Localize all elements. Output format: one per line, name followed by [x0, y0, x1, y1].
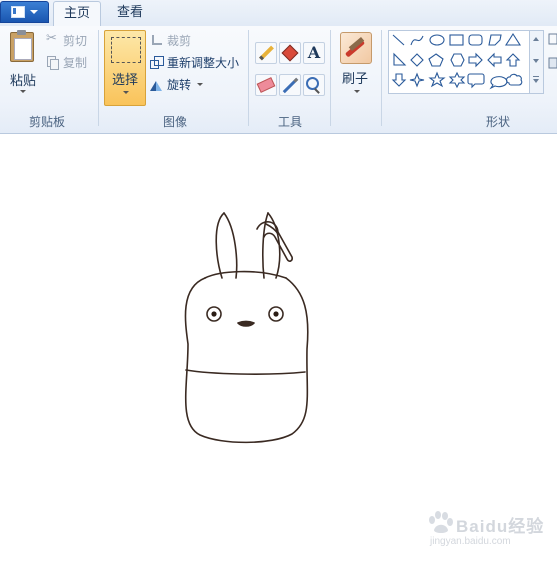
up-arrow-shape [505, 53, 521, 67]
right-arrow-shape [468, 52, 483, 68]
clipboard-group-label: 剪贴板 [28, 115, 65, 129]
crop-label: 裁剪 [167, 33, 192, 48]
baidu-watermark: Baidu经验 jingyan.baidu.com [426, 511, 557, 550]
copy-label: 复制 [63, 55, 88, 70]
fill-icon [281, 44, 299, 62]
fill-tool[interactable] [279, 42, 301, 64]
text-icon: A [307, 43, 321, 62]
paste-button[interactable]: 粘贴 [4, 30, 40, 102]
rectangle-shape [449, 34, 464, 46]
outline-fill-icons [548, 33, 557, 69]
document-icon [11, 6, 25, 18]
rounded-callout-shape [467, 73, 485, 89]
triangle-shape [504, 32, 522, 46]
paste-label: 粘贴 [10, 74, 37, 89]
resize-icon [150, 55, 164, 69]
bunny-right-eye [268, 306, 284, 322]
crop-icon [150, 34, 163, 47]
magnifier-tool[interactable] [303, 74, 325, 96]
chevron-down-icon [20, 90, 26, 93]
group-divider [381, 30, 382, 126]
copy-icon [46, 55, 59, 70]
cut-button[interactable]: 剪切 [46, 31, 87, 49]
chevron-down-icon [30, 10, 38, 14]
scroll-up-icon[interactable] [533, 37, 539, 41]
chevron-down-icon [197, 82, 204, 86]
color-picker-tool[interactable] [279, 74, 301, 96]
eraser-icon [256, 77, 276, 93]
rotate-label: 旋转 [167, 77, 192, 92]
polygon-shape [488, 34, 502, 46]
four-point-star-shape [409, 72, 425, 88]
shapes-gallery[interactable] [388, 30, 530, 94]
color-picker-icon [282, 77, 298, 93]
app-menu-button[interactable] [0, 1, 49, 23]
tools-group-label: 工具 [277, 115, 302, 129]
shape-outline-button[interactable] [548, 32, 557, 92]
magnifier-icon [305, 76, 319, 90]
selection-rectangle-icon [111, 37, 141, 63]
hexagon-shape [450, 53, 465, 67]
image-group-label: 图像 [162, 115, 187, 129]
brush-icon [340, 32, 372, 64]
pencil-icon [258, 45, 274, 61]
shapes-grid [391, 32, 523, 90]
eraser-tool[interactable] [255, 74, 277, 96]
shapes-group-label: 形状 [485, 115, 510, 129]
paw-logo-icon [429, 511, 453, 533]
chevron-down-icon [123, 91, 129, 94]
pencil-tool[interactable] [255, 42, 277, 64]
shapes-scrollbar[interactable] [530, 30, 544, 94]
ribbon-tab-strip: 主页 查看 [0, 0, 557, 27]
chevron-down-icon [354, 90, 360, 93]
bunny-drawing [184, 212, 309, 444]
bunny-nose [237, 320, 255, 327]
diamond-shape [410, 53, 424, 67]
five-point-star-shape [428, 71, 446, 88]
bunny-body-outline [184, 270, 309, 444]
group-divider [98, 30, 99, 126]
rotate-button[interactable]: 旋转 [150, 75, 204, 93]
pentagon-shape [428, 53, 444, 67]
tab-home[interactable]: 主页 [53, 1, 101, 27]
brush-label: 刷子 [342, 72, 369, 87]
oval-shape [429, 34, 445, 46]
down-arrow-shape [391, 73, 407, 87]
tab-view[interactable]: 查看 [108, 1, 152, 26]
oval-callout-shape [489, 76, 508, 90]
clipboard-icon [10, 30, 34, 62]
ribbon: 粘贴 剪切 复制 剪贴板 选择 裁剪 重新调整大小 旋转 图像 A 工具 [0, 26, 557, 134]
group-divider [248, 30, 249, 126]
left-arrow-shape [487, 52, 502, 68]
select-button[interactable]: 选择 [104, 30, 146, 106]
scissors-icon [46, 31, 59, 47]
bunny-left-ear [215, 212, 238, 279]
drawing-canvas[interactable]: Baidu经验 jingyan.baidu.com [0, 134, 557, 561]
crop-button[interactable]: 裁剪 [150, 31, 191, 49]
bunny-left-eye [206, 306, 222, 322]
curve-shape [410, 35, 424, 46]
scroll-down-icon[interactable] [533, 59, 539, 63]
group-divider [330, 30, 331, 126]
watermark-text: Baidu经验 [456, 517, 545, 536]
watermark-url: jingyan.baidu.com [430, 536, 511, 547]
line-shape [392, 34, 405, 46]
rounded-rectangle-shape [468, 34, 483, 46]
text-tool[interactable]: A [303, 42, 325, 64]
resize-label: 重新调整大小 [167, 55, 240, 70]
cloud-callout-shape [505, 73, 523, 86]
resize-button[interactable]: 重新调整大小 [150, 53, 239, 71]
six-point-star-shape [448, 71, 466, 89]
expand-gallery-icon[interactable] [533, 76, 539, 83]
right-triangle-shape [393, 52, 407, 66]
copy-button[interactable]: 复制 [46, 53, 87, 71]
cut-label: 剪切 [63, 33, 88, 48]
brush-button[interactable]: 刷子 [338, 30, 374, 106]
rotate-icon [150, 78, 163, 91]
select-label: 选择 [112, 73, 139, 88]
